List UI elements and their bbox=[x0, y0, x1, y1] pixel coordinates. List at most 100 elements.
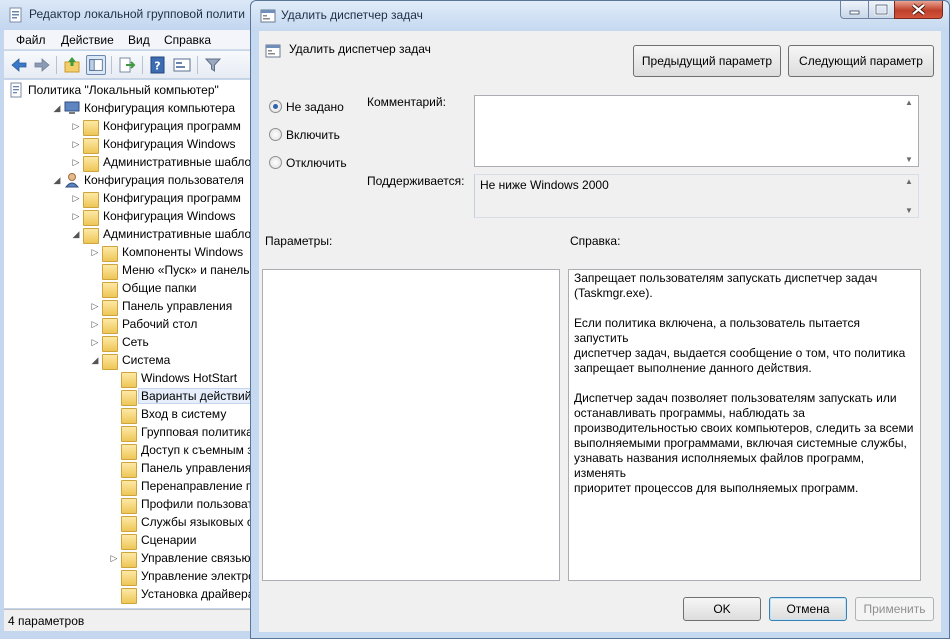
dialog-title-bar[interactable]: Удалить диспетчер задач bbox=[251, 1, 949, 31]
tree-item[interactable]: Установка драйвера bbox=[4, 585, 256, 604]
tree-item[interactable]: Службы языковых стандартов bbox=[4, 513, 256, 532]
tree-item[interactable]: Меню «Пуск» и панель задач bbox=[4, 261, 256, 280]
folder-icon bbox=[121, 372, 137, 388]
tree-item[interactable]: Общие папки bbox=[4, 279, 256, 298]
up-folder-icon[interactable] bbox=[62, 55, 82, 75]
comment-scrollbar[interactable]: ▲ ▼ bbox=[902, 96, 918, 166]
export-list-icon[interactable] bbox=[117, 55, 137, 75]
collapsed-arrow-icon[interactable]: ▷ bbox=[90, 246, 100, 258]
supported-scrollbar[interactable]: ▲ ▼ bbox=[902, 175, 918, 217]
radio-button[interactable] bbox=[269, 100, 282, 113]
folder-icon bbox=[83, 156, 99, 172]
scroll-up-icon[interactable]: ▲ bbox=[905, 98, 913, 107]
radio-enabled[interactable]: Включить bbox=[269, 126, 359, 144]
tree-item[interactable]: ◢ Конфигурация пользователя bbox=[4, 171, 256, 189]
collapsed-arrow-icon[interactable]: ▷ bbox=[71, 156, 81, 168]
tree-item[interactable]: ▷ Конфигурация Windows bbox=[4, 207, 256, 226]
tree-item[interactable]: ▷ Конфигурация программ bbox=[4, 117, 256, 136]
minimize-button[interactable] bbox=[840, 1, 869, 19]
scroll-up-icon[interactable]: ▲ bbox=[905, 177, 913, 186]
close-button[interactable] bbox=[894, 1, 943, 19]
collapsed-arrow-icon[interactable]: ▷ bbox=[71, 192, 81, 204]
tree-item[interactable]: ▷ Конфигурация Windows bbox=[4, 135, 256, 154]
tree-item[interactable]: Windows HotStart bbox=[4, 369, 256, 388]
maximize-button[interactable] bbox=[868, 1, 895, 19]
maximize-icon bbox=[874, 3, 889, 16]
gpe-tree-view[interactable]: Политика "Локальный компьютер" ◢ Конфигура… bbox=[4, 80, 256, 608]
tree-item[interactable]: ▷ Панель управления bbox=[4, 297, 256, 316]
tree-item-label: Варианты действий после нажатия CTRL+ALT… bbox=[138, 388, 256, 404]
collapsed-arrow-icon[interactable]: ▷ bbox=[71, 210, 81, 222]
tree-item[interactable]: Групповая политика bbox=[4, 423, 256, 442]
menu-file[interactable]: Файл bbox=[16, 33, 46, 47]
tree-item[interactable]: ◢ Система bbox=[4, 351, 256, 370]
radio-not-configured[interactable]: Не задано bbox=[269, 98, 359, 116]
back-arrow-icon[interactable] bbox=[9, 55, 29, 75]
tree-item[interactable]: Панель управления производительностью bbox=[4, 459, 256, 478]
folder-icon bbox=[121, 516, 137, 532]
cancel-button[interactable]: Отмена bbox=[769, 597, 847, 621]
tree-item[interactable]: ▷ Управление связью через Интернет bbox=[4, 549, 256, 568]
filter-icon[interactable] bbox=[203, 55, 223, 75]
radio-disabled[interactable]: Отключить bbox=[269, 154, 359, 172]
tree-item[interactable]: Вход в систему bbox=[4, 405, 256, 424]
gpe-title-bar[interactable]: Редактор локальной групповой полити bbox=[0, 0, 256, 30]
tree-item[interactable]: ▷ Конфигурация программ bbox=[4, 189, 256, 208]
radio-label: Включить bbox=[286, 128, 340, 142]
menu-view[interactable]: Вид bbox=[128, 33, 150, 47]
radio-button[interactable] bbox=[269, 128, 282, 141]
show-hide-tree-icon[interactable] bbox=[86, 55, 106, 75]
ok-button[interactable]: OK bbox=[683, 597, 761, 621]
collapsed-arrow-icon[interactable]: ▷ bbox=[71, 138, 81, 150]
collapsed-arrow-icon[interactable]: ▷ bbox=[109, 552, 119, 564]
tree-item[interactable]: Управление электропитанием bbox=[4, 567, 256, 586]
policy-name: Удалить диспетчер задач bbox=[289, 42, 431, 56]
tree-item[interactable]: ▷ Рабочий стол bbox=[4, 315, 256, 334]
expanded-arrow-icon[interactable]: ◢ bbox=[71, 228, 81, 240]
gpe-toolbar: ? bbox=[4, 51, 256, 79]
tree-item-label: Конфигурация программ bbox=[103, 119, 241, 133]
tree-item[interactable]: Варианты действий после нажатия CTRL+ALT… bbox=[4, 387, 256, 406]
scroll-down-icon[interactable]: ▼ bbox=[905, 206, 913, 215]
apply-button[interactable]: Применить bbox=[855, 597, 934, 621]
tree-item[interactable]: Сценарии bbox=[4, 531, 256, 550]
radio-button[interactable] bbox=[269, 156, 282, 169]
gpe-menu-bar: Файл Действие Вид Справка bbox=[4, 30, 256, 50]
expanded-arrow-icon[interactable]: ◢ bbox=[90, 354, 100, 366]
folder-icon bbox=[102, 264, 118, 280]
no-expander bbox=[90, 282, 100, 294]
minimize-icon bbox=[849, 10, 860, 15]
tree-item[interactable]: Политика "Локальный компьютер" bbox=[4, 81, 256, 99]
tree-item[interactable]: Перенаправление папки bbox=[4, 477, 256, 496]
tree-item[interactable]: ▷ Сеть bbox=[4, 333, 256, 352]
menu-help[interactable]: Справка bbox=[164, 33, 211, 47]
tree-item[interactable]: Профили пользователей bbox=[4, 495, 256, 514]
tree-item-label: Установка драйвера bbox=[141, 587, 255, 601]
folder-icon bbox=[121, 498, 137, 514]
no-expander bbox=[109, 534, 119, 546]
tree-item[interactable]: ▷ Компоненты Windows bbox=[4, 243, 256, 262]
tree-item[interactable]: ▷ Административные шаблоны bbox=[4, 153, 256, 172]
next-setting-button[interactable]: Следующий параметр bbox=[788, 45, 934, 77]
forward-arrow-icon[interactable] bbox=[32, 55, 52, 75]
tree-item[interactable]: Доступ к съемным запоминающим устройства… bbox=[4, 441, 256, 460]
properties-icon[interactable] bbox=[172, 55, 192, 75]
tree-item[interactable]: ◢ Конфигурация компьютера bbox=[4, 99, 256, 117]
menu-action[interactable]: Действие bbox=[61, 33, 114, 47]
folder-icon bbox=[83, 120, 99, 136]
collapsed-arrow-icon[interactable]: ▷ bbox=[71, 120, 81, 132]
tree-item[interactable]: ◢ Административные шаблоны bbox=[4, 225, 256, 244]
previous-setting-button[interactable]: Предыдущий параметр bbox=[633, 45, 781, 77]
policy-doc-icon bbox=[10, 82, 22, 98]
expanded-arrow-icon[interactable]: ◢ bbox=[52, 174, 62, 186]
comment-textarea[interactable]: ▲ ▼ bbox=[474, 95, 919, 167]
expanded-arrow-icon[interactable]: ◢ bbox=[52, 102, 62, 114]
folder-icon bbox=[102, 336, 118, 352]
scroll-down-icon[interactable]: ▼ bbox=[905, 155, 913, 164]
collapsed-arrow-icon[interactable]: ▷ bbox=[90, 336, 100, 348]
policy-setting-icon bbox=[265, 44, 281, 58]
collapsed-arrow-icon[interactable]: ▷ bbox=[90, 300, 100, 312]
collapsed-arrow-icon[interactable]: ▷ bbox=[90, 318, 100, 330]
radio-label: Не задано bbox=[286, 100, 344, 114]
help-icon[interactable]: ? bbox=[148, 55, 168, 75]
